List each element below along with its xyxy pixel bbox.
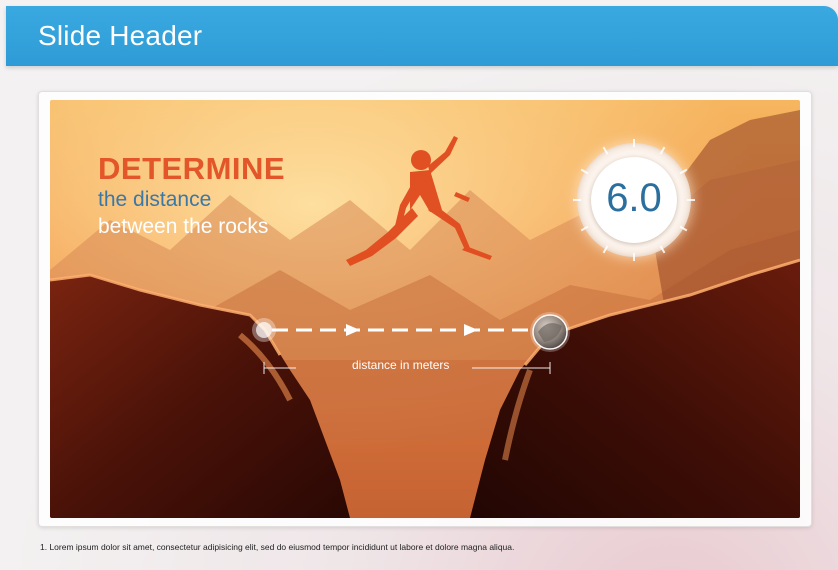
slide-header: Slide Header [6,6,838,66]
headline-line-2: between the rocks [98,215,269,238]
slide-title: Slide Header [38,20,203,51]
headline-block: DETERMINE the distance between the rocks [98,152,285,240]
gauge-value: 6.0 [606,176,662,220]
distance-gauge: 6.0 [573,139,695,261]
headline-line-1: the distance [98,188,212,211]
headline-title: DETERMINE [98,151,286,186]
gauge-face: 6.0 [591,157,677,243]
footnote: 1. Lorem ipsum dolor sit amet, consectet… [40,542,515,552]
slide: Slide Header DETERMINE the distance betw… [0,0,838,570]
start-marker-icon [252,318,276,342]
distance-label: distance in meters [352,358,450,372]
stone-marker-icon [530,312,570,352]
hero-image: DETERMINE the distance between the rocks… [50,100,800,518]
